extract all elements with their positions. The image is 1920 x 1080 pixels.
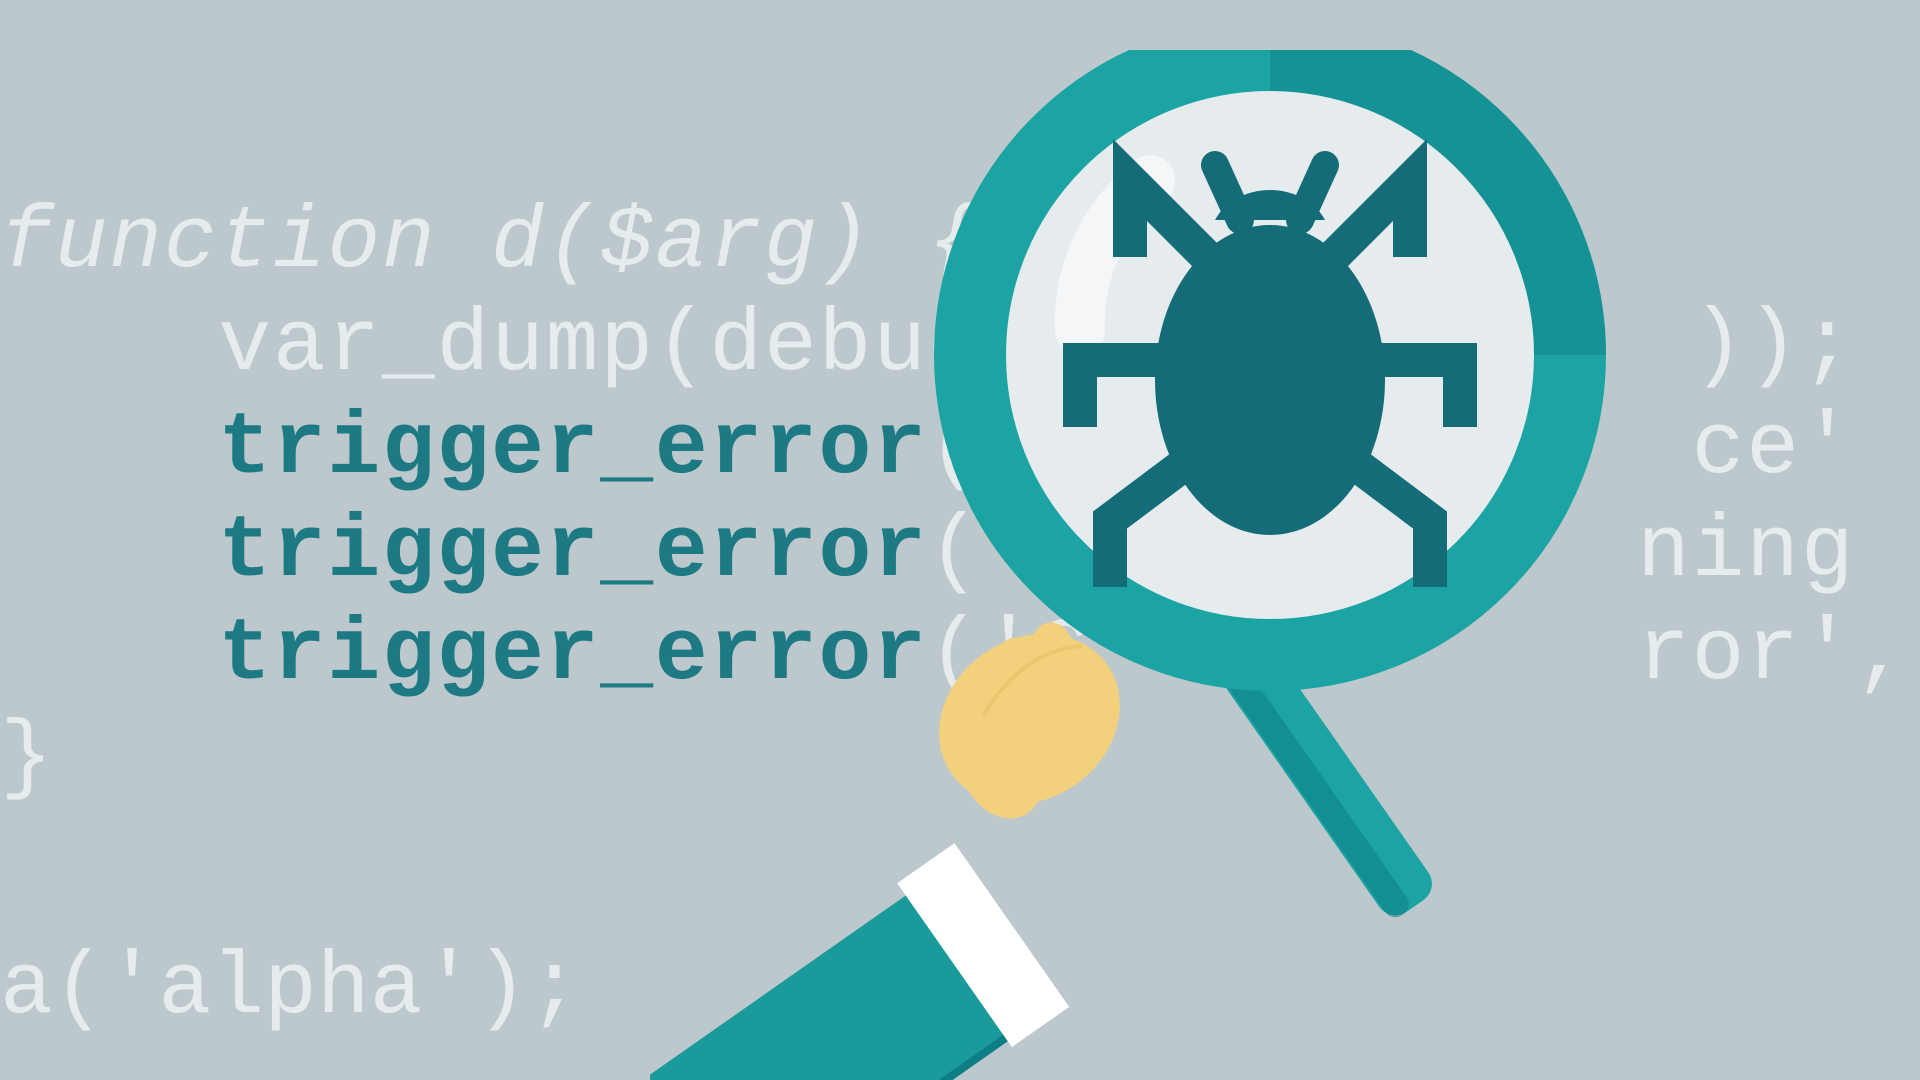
- code-call: a('alpha');: [0, 940, 581, 1039]
- illustration-stage: function d($arg) { var_dump(debug_ )); t…: [0, 0, 1920, 1080]
- code-line3-rest: ( ce': [928, 400, 1856, 499]
- code-line2: var_dump(debug_ ));: [0, 297, 1855, 396]
- code-line1-rest: d($arg) {: [437, 194, 983, 293]
- code-keyword-function: function: [0, 194, 437, 293]
- code-block: function d($arg) { var_dump(debug_ )); t…: [0, 90, 1910, 914]
- code-line5-rest: ('C ror',: [928, 606, 1910, 705]
- code-trigger-1: trigger_error: [218, 400, 927, 499]
- code-line4-rest: ( ning: [928, 503, 1856, 602]
- code-trigger-3: trigger_error: [218, 606, 927, 705]
- code-trigger-2: trigger_error: [218, 503, 927, 602]
- code-close-brace: }: [0, 709, 55, 808]
